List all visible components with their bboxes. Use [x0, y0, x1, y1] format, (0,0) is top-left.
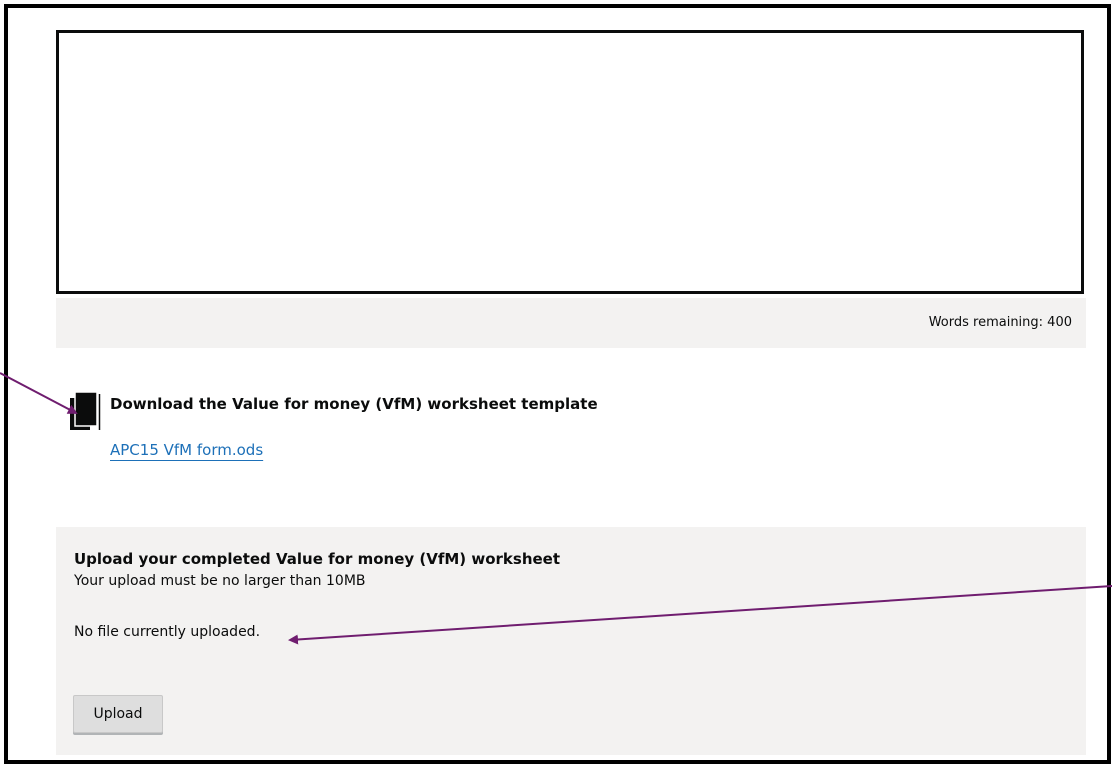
upload-panel: Upload your completed Value for money (V…: [56, 527, 1086, 755]
download-template-link[interactable]: APC15 VfM form.ods: [110, 441, 263, 459]
document-icon: [68, 388, 102, 432]
download-template-heading: Download the Value for money (VfM) works…: [110, 395, 598, 413]
words-remaining-counter: Words remaining: 400: [928, 315, 1072, 330]
answer-textarea[interactable]: [59, 33, 1081, 291]
word-count-strip: Words remaining: 400: [56, 298, 1086, 348]
answer-textarea-wrapper: [56, 30, 1084, 294]
upload-status: No file currently uploaded.: [74, 624, 261, 640]
upload-title: Upload your completed Value for money (V…: [74, 550, 561, 568]
upload-button[interactable]: Upload: [73, 695, 163, 733]
upload-size-hint: Your upload must be no larger than 10MB: [74, 573, 366, 589]
